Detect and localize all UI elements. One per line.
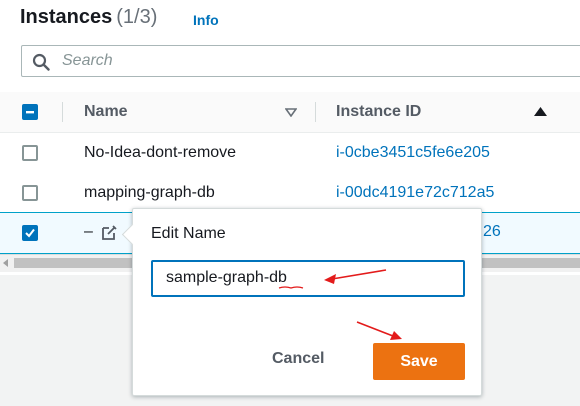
column-divider — [62, 102, 63, 122]
row-name: – — [84, 223, 93, 240]
search-input[interactable] — [62, 46, 562, 76]
search-icon — [32, 53, 50, 71]
sort-ascending-icon[interactable] — [534, 107, 547, 116]
row-instance-id-link[interactable]: i-0cbe3451c5fe6e205 — [336, 144, 490, 162]
row-checkbox[interactable] — [22, 185, 38, 201]
popover-title: Edit Name — [151, 225, 226, 242]
row-name: mapping-graph-db — [84, 184, 215, 201]
save-button[interactable]: Save — [373, 343, 465, 380]
selection-count: (1/3) — [116, 6, 158, 28]
scroll-left-arrow-icon[interactable] — [3, 259, 8, 267]
name-input-value[interactable]: sample-graph-db — [166, 269, 287, 287]
search-box[interactable] — [21, 45, 580, 77]
row-instance-id-link[interactable]: i-00dc4191e72c712a5 — [336, 184, 494, 202]
edit-name-popover: Edit Name sample-graph-db Cancel Save — [121, 208, 482, 396]
sort-caret-down-icon[interactable] — [285, 108, 297, 117]
column-header-instance-id[interactable]: Instance ID — [336, 103, 421, 121]
name-input[interactable]: sample-graph-db — [151, 260, 465, 297]
row-instance-id-link[interactable]: 26 — [483, 223, 501, 241]
indeterminate-icon — [26, 111, 34, 114]
row-name: No-Idea-dont-remove — [84, 144, 237, 161]
row-checkbox[interactable] — [22, 145, 38, 161]
edit-pencil-icon[interactable] — [100, 224, 118, 242]
column-divider — [315, 102, 316, 122]
info-link[interactable]: Info — [193, 12, 219, 28]
checkmark-icon — [25, 228, 35, 238]
column-header-name[interactable]: Name — [84, 103, 128, 121]
select-all-checkbox[interactable] — [22, 104, 38, 120]
page-title: Instances (1/3) — [20, 6, 157, 29]
table-header: Name Instance ID — [0, 92, 580, 133]
cancel-button[interactable]: Cancel — [272, 350, 324, 368]
row-checkbox-checked[interactable] — [22, 225, 38, 241]
title-text: Instances — [20, 6, 113, 28]
table-row[interactable]: No-Idea-dont-remove i-0cbe3451c5fe6e205 — [0, 133, 580, 174]
